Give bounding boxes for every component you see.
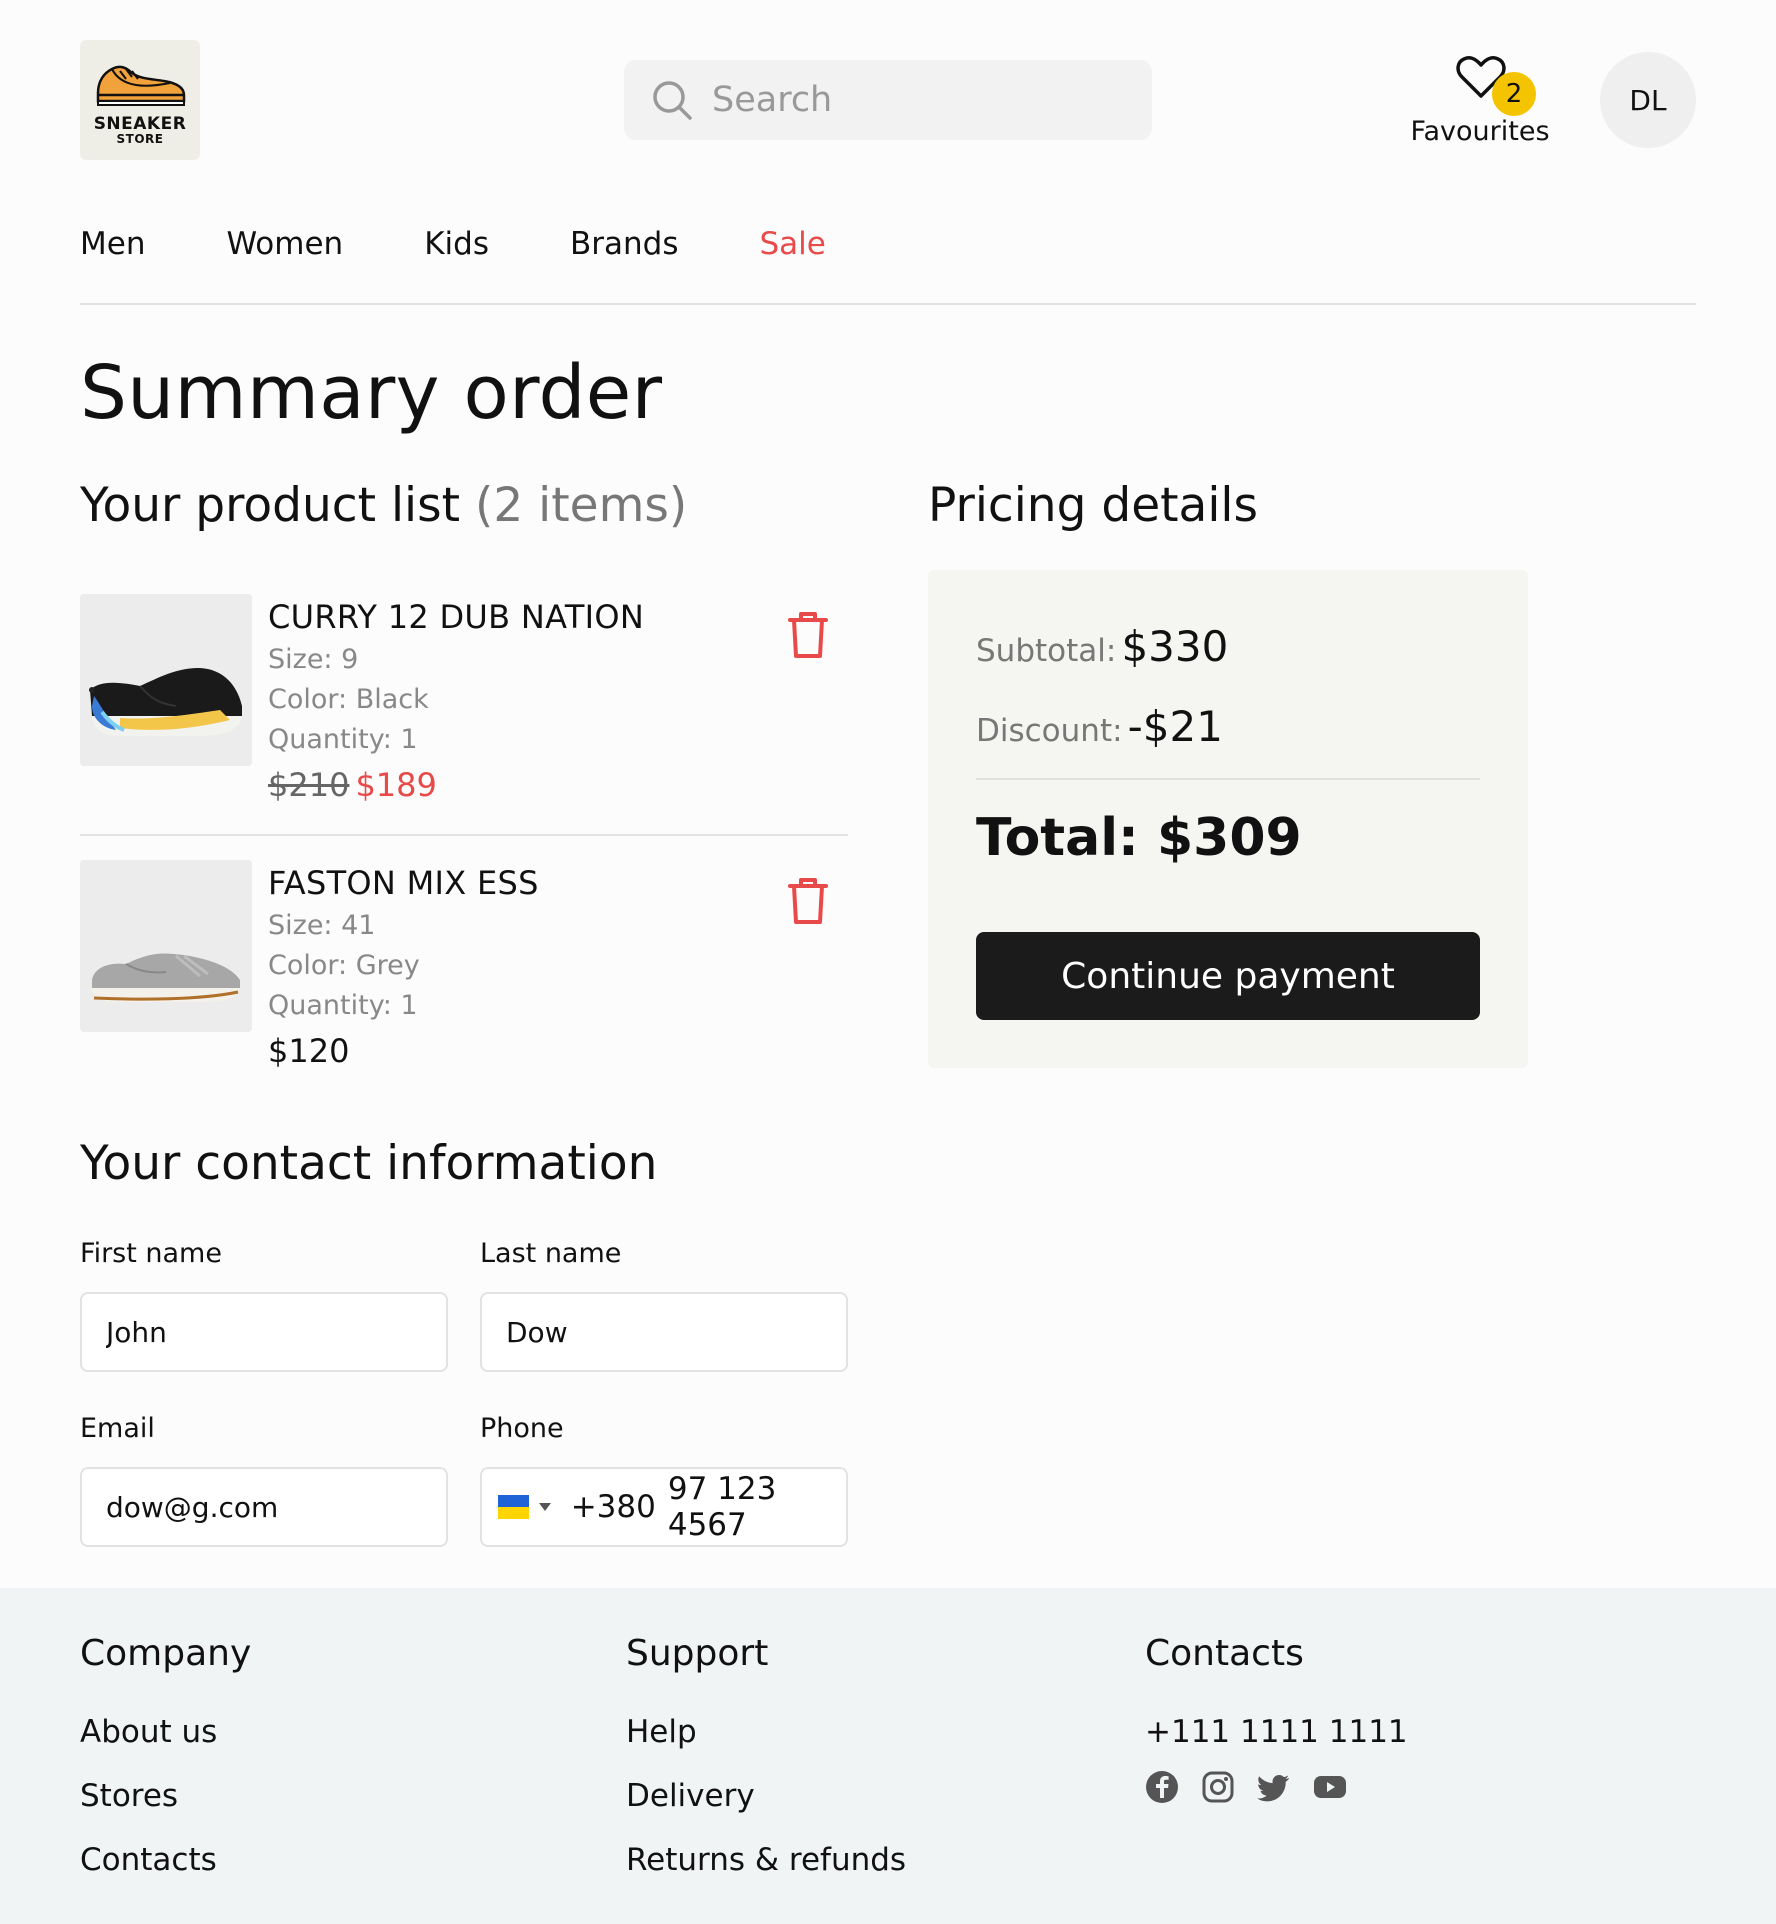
contact-heading: Your contact information <box>80 1136 658 1191</box>
sneaker-logo-icon <box>96 65 186 106</box>
first-name-label: First name <box>80 1238 222 1269</box>
nav-item-women[interactable]: Women <box>226 226 343 262</box>
trash-icon[interactable] <box>786 610 830 660</box>
footer-support-heading: Support <box>626 1633 769 1674</box>
facebook-icon[interactable] <box>1145 1770 1179 1804</box>
email-input[interactable] <box>106 1490 446 1524</box>
phone-label: Phone <box>480 1413 564 1444</box>
instagram-icon[interactable] <box>1201 1770 1235 1804</box>
product-quantity: Quantity: 1 <box>268 990 418 1021</box>
continue-payment-button[interactable]: Continue payment <box>976 932 1480 1020</box>
discount-value: -$21 <box>1127 702 1223 751</box>
product-price: $120 <box>268 1032 350 1070</box>
search-icon <box>653 81 692 120</box>
footer-link-stores[interactable]: Stores <box>80 1778 178 1814</box>
social-links <box>1145 1770 1369 1804</box>
favourites-count-badge: 2 <box>1492 72 1536 116</box>
discount-row: Discount: -$21 <box>976 702 1223 751</box>
email-field[interactable] <box>80 1467 448 1547</box>
footer-phone[interactable]: +111 1111 1111 <box>1145 1714 1408 1750</box>
first-name-input[interactable] <box>106 1315 446 1349</box>
product-name[interactable]: CURRY 12 DUB NATION <box>268 598 644 636</box>
product-color: Color: Black <box>268 684 429 715</box>
product-quantity: Quantity: 1 <box>268 724 418 755</box>
pricing-divider <box>976 778 1480 780</box>
footer-link-about[interactable]: About us <box>80 1714 217 1750</box>
footer-link-contacts[interactable]: Contacts <box>80 1842 217 1878</box>
search-bar[interactable] <box>624 60 1152 140</box>
last-name-input[interactable] <box>506 1315 846 1349</box>
search-input[interactable] <box>712 80 1132 120</box>
product-image[interactable] <box>80 594 252 766</box>
trash-icon[interactable] <box>786 876 830 926</box>
footer-contacts-heading: Contacts <box>1145 1633 1304 1674</box>
page-title: Summary order <box>80 350 663 436</box>
nav-item-brands[interactable]: Brands <box>570 226 679 262</box>
pricing-heading: Pricing details <box>928 478 1258 533</box>
subtotal-value: $330 <box>1121 622 1229 671</box>
product-size: Size: 9 <box>268 644 359 675</box>
youtube-icon[interactable] <box>1313 1770 1347 1804</box>
product-name[interactable]: FASTON MIX ESS <box>268 864 539 902</box>
email-label: Email <box>80 1413 155 1444</box>
product-list-title: Your product list <box>80 478 461 533</box>
product-list-count: (2 items) <box>474 478 688 533</box>
footer-link-returns[interactable]: Returns & refunds <box>626 1842 906 1878</box>
footer-link-help[interactable]: Help <box>626 1714 697 1750</box>
subtotal-row: Subtotal: $330 <box>976 622 1228 671</box>
grey-sneaker-image <box>80 860 252 1032</box>
favourites-label: Favourites <box>1410 116 1550 147</box>
twitter-icon[interactable] <box>1257 1770 1291 1804</box>
product-price: $210 $189 <box>268 766 437 804</box>
phone-number[interactable]: 97 123 4567 <box>668 1471 846 1543</box>
first-name-field[interactable] <box>80 1292 448 1372</box>
logo-text-line2: STORE <box>116 131 164 146</box>
product-divider <box>80 834 848 836</box>
user-avatar[interactable]: DL <box>1600 52 1696 148</box>
footer-company-heading: Company <box>80 1633 252 1674</box>
favourites-button[interactable]: 2 Favourites <box>1400 40 1560 160</box>
country-dropdown-icon[interactable] <box>538 1503 551 1511</box>
logo-text-line1: SNEAKER <box>93 113 187 134</box>
product-list-heading: Your product list (2 items) <box>80 478 687 533</box>
nav-item-kids[interactable]: Kids <box>424 226 489 262</box>
product-size: Size: 41 <box>268 910 376 941</box>
nav-divider <box>80 303 1696 305</box>
subtotal-label: Subtotal: <box>976 633 1117 669</box>
phone-country-code: +380 <box>570 1489 656 1525</box>
last-name-field[interactable] <box>480 1292 848 1372</box>
product-image[interactable] <box>80 860 252 1032</box>
product-sale-price: $189 <box>355 766 437 804</box>
phone-field[interactable]: +380 97 123 4567 <box>480 1467 848 1547</box>
product-item: CURRY 12 DUB NATION Size: 9 Color: Black… <box>80 594 848 834</box>
product-old-price: $210 <box>268 766 350 804</box>
store-logo[interactable]: SNEAKER STORE <box>80 40 200 160</box>
discount-label: Discount: <box>976 713 1123 749</box>
main-nav: Men Women Kids Brands Sale <box>80 226 907 262</box>
nav-item-sale[interactable]: Sale <box>759 226 825 262</box>
nav-item-men[interactable]: Men <box>80 226 145 262</box>
footer-link-delivery[interactable]: Delivery <box>626 1778 755 1814</box>
last-name-label: Last name <box>480 1238 622 1269</box>
order-total: Total: $309 <box>976 808 1302 868</box>
product-color: Color: Grey <box>268 950 420 981</box>
ukraine-flag-icon[interactable] <box>498 1495 529 1519</box>
black-sneaker-image <box>80 594 252 766</box>
product-item: FASTON MIX ESS Size: 41 Color: Grey Quan… <box>80 860 848 1100</box>
